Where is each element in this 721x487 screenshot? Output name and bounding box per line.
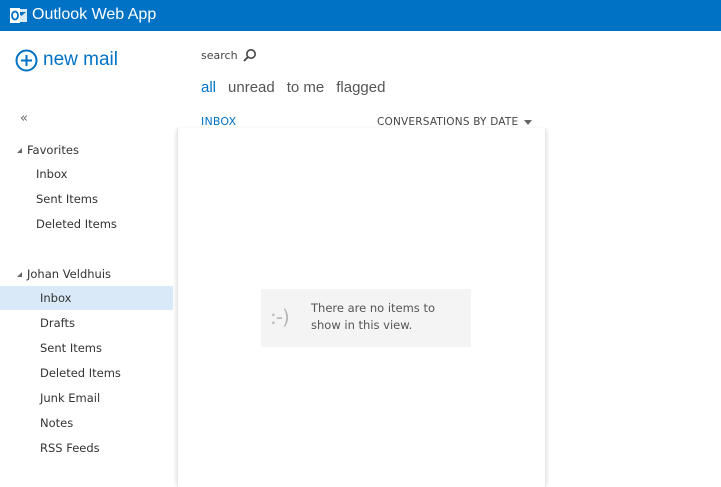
favorites-item-inbox[interactable]: Inbox <box>0 162 173 186</box>
navigation-pane: new mail « Favorites Inbox Sent Items De… <box>0 31 177 487</box>
folder-inbox[interactable]: Inbox <box>0 286 173 310</box>
favorites-header-label: Favorites <box>27 143 79 157</box>
plus-circle-icon <box>15 49 38 71</box>
expand-triangle-icon <box>17 147 22 153</box>
sort-dropdown[interactable]: CONVERSATIONS BY DATE <box>377 115 533 129</box>
search-box[interactable]: search <box>201 49 238 62</box>
app-title: Outlook Web App <box>32 6 157 23</box>
mailbox-header[interactable]: Johan Veldhuis <box>17 264 111 284</box>
search-icon[interactable] <box>242 48 257 63</box>
favorites-item-deleted-items[interactable]: Deleted Items <box>0 212 173 236</box>
favorites-item-sent-items[interactable]: Sent Items <box>0 187 173 211</box>
sort-label: CONVERSATIONS BY DATE <box>377 116 519 128</box>
empty-state: :-) There are no items to show in this v… <box>261 289 471 347</box>
folder-rss-feeds[interactable]: RSS Feeds <box>0 436 173 460</box>
outlook-logo-icon <box>10 8 27 23</box>
filter-flagged[interactable]: flagged <box>336 77 385 99</box>
empty-state-message: There are no items to show in this view. <box>311 301 436 332</box>
new-mail-button[interactable]: new mail <box>15 48 118 72</box>
new-mail-label: new mail <box>43 49 118 70</box>
current-folder-label[interactable]: INBOX <box>201 115 236 128</box>
filter-to-me[interactable]: to me <box>287 77 325 99</box>
filter-bar: all unread to me flagged <box>201 77 397 99</box>
favorites-header[interactable]: Favorites <box>17 140 79 160</box>
expand-triangle-icon <box>17 271 22 277</box>
folder-deleted-items[interactable]: Deleted Items <box>0 361 173 385</box>
mailbox-header-label: Johan Veldhuis <box>27 267 112 281</box>
folder-sent-items[interactable]: Sent Items <box>0 336 173 360</box>
smiley-icon: :-) <box>270 305 290 329</box>
caret-down-icon <box>524 119 533 125</box>
folder-junk-email[interactable]: Junk Email <box>0 386 173 410</box>
folder-notes[interactable]: Notes <box>0 411 173 435</box>
top-bar: Outlook Web App <box>0 0 721 31</box>
folder-drafts[interactable]: Drafts <box>0 311 173 335</box>
filter-unread[interactable]: unread <box>228 77 275 99</box>
collapse-pane-button[interactable]: « <box>20 111 28 127</box>
filter-all[interactable]: all <box>201 77 216 99</box>
